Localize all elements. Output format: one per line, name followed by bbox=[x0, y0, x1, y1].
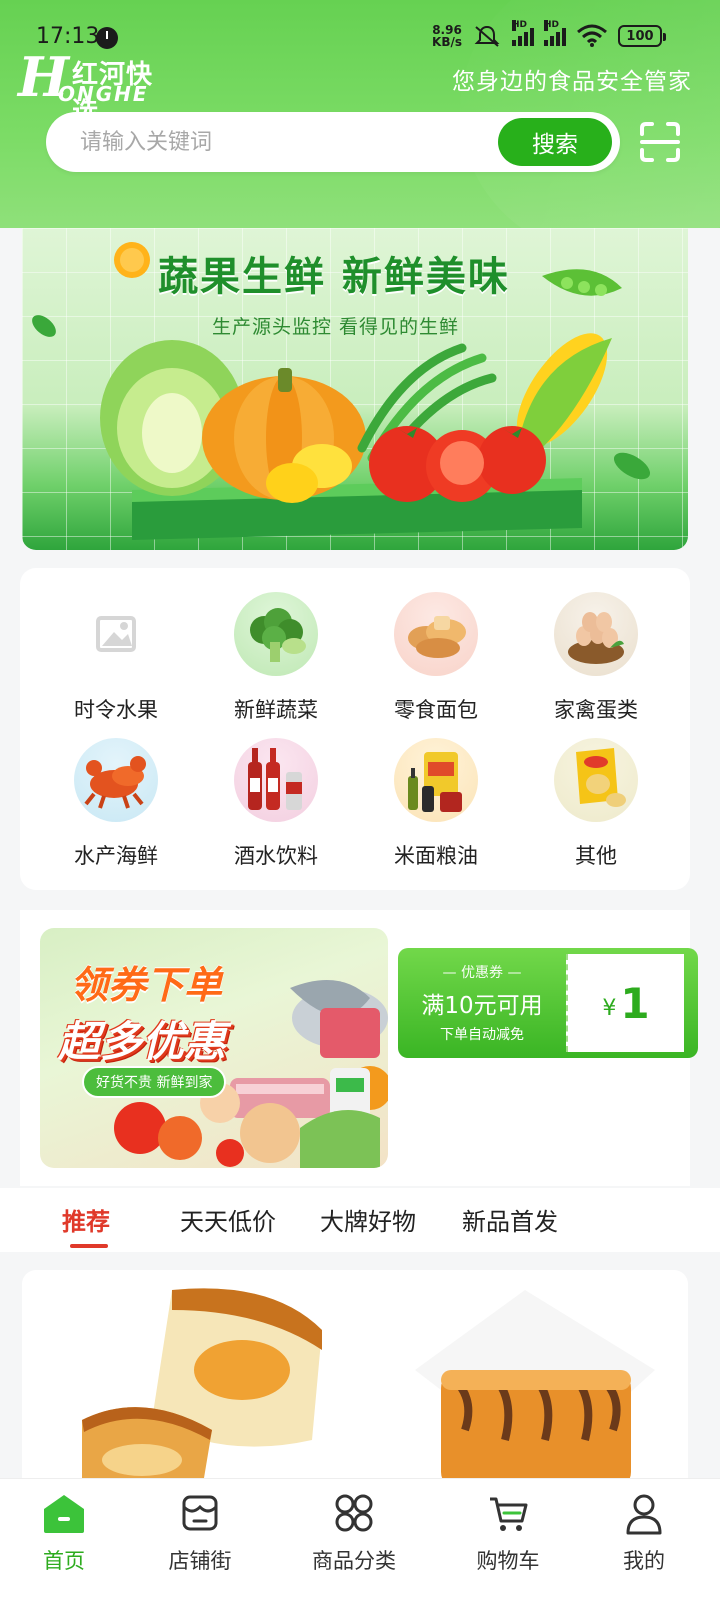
coupon-condition: 满10元可用 bbox=[421, 993, 543, 1019]
nav-label: 我的 bbox=[623, 1549, 665, 1573]
network-speed-unit: KB/s bbox=[432, 35, 462, 49]
category-item-vegetables[interactable]: 新鲜蔬菜 bbox=[206, 592, 346, 722]
rice-oil-icon bbox=[394, 738, 478, 822]
eggs-icon bbox=[554, 592, 638, 676]
category-item-drinks[interactable]: 酒水饮料 bbox=[206, 738, 346, 868]
nav-label: 店铺街 bbox=[168, 1549, 232, 1573]
coupon-kicker: — 优惠券 — bbox=[442, 965, 522, 981]
hero-banner[interactable]: 蔬果生鲜 新鲜美味 生产源头监控 看得见的生鲜 bbox=[22, 228, 688, 550]
home-icon bbox=[44, 1495, 84, 1533]
product-card[interactable] bbox=[22, 1270, 355, 1500]
battery-icon: 100 bbox=[618, 25, 666, 47]
product-image bbox=[415, 1290, 655, 1490]
nav-label: 首页 bbox=[43, 1549, 85, 1573]
slogan: 您身边的食品安全管家 bbox=[452, 69, 692, 95]
promo-headline: 领券下单 bbox=[70, 963, 223, 1007]
crab-icon bbox=[74, 738, 158, 822]
category-item-seafood[interactable]: 水产海鲜 bbox=[46, 738, 186, 868]
cart-icon bbox=[490, 1497, 528, 1531]
banner-subtitle: 生产源头监控 看得见的生鲜 bbox=[212, 316, 460, 338]
network-speed: 8.96 KB/s bbox=[432, 24, 462, 48]
nav-profile[interactable]: 我的 bbox=[584, 1491, 704, 1575]
clock-icon bbox=[96, 27, 118, 49]
coupon-value: ¥ 1 bbox=[566, 954, 684, 1052]
tab-big-brands[interactable]: 大牌好物 bbox=[320, 1202, 416, 1237]
category-label: 零食面包 bbox=[394, 698, 478, 722]
category-label: 家禽蛋类 bbox=[554, 698, 638, 722]
promo-tag: 好货不贵 新鲜到家 bbox=[82, 1066, 227, 1098]
status-indicators: 8.96 KB/s HD HD 100 bbox=[432, 20, 666, 48]
promo-subheadline: 超多优惠 bbox=[58, 1017, 227, 1066]
tab-recommend[interactable]: 推荐 bbox=[62, 1202, 110, 1237]
nav-label: 购物车 bbox=[476, 1549, 540, 1573]
app-logo: H 红河快选 ONGHE bbox=[18, 50, 178, 127]
category-item-snacks[interactable]: 零食面包 bbox=[366, 592, 506, 722]
nav-categories[interactable]: 商品分类 bbox=[294, 1491, 414, 1575]
category-item-other[interactable]: 其他 bbox=[526, 738, 666, 868]
mute-bell-icon bbox=[474, 25, 500, 47]
scan-icon[interactable] bbox=[638, 120, 682, 164]
bottom-navigation: 首页 店铺街 商品分类 购物车 我的 bbox=[0, 1478, 720, 1600]
broccoli-icon bbox=[234, 592, 318, 676]
header: 17:13 8.96 KB/s HD HD 100 H 红河快 ONGHE 您身… bbox=[0, 0, 720, 228]
battery-level: 100 bbox=[626, 28, 654, 44]
coupon-info: — 优惠券 — 满10元可用 下单自动减免 bbox=[398, 948, 566, 1058]
category-label: 酒水饮料 bbox=[234, 844, 318, 868]
tab-new-arrivals[interactable]: 新品首发 bbox=[462, 1202, 558, 1237]
banner-title: 蔬果生鲜 新鲜美味 bbox=[158, 254, 510, 300]
search-input[interactable] bbox=[78, 112, 478, 172]
user-icon bbox=[626, 1494, 662, 1535]
category-item-poultry-eggs[interactable]: 家禽蛋类 bbox=[526, 592, 666, 722]
category-label: 新鲜蔬菜 bbox=[234, 698, 318, 722]
signal-icon: HD bbox=[512, 20, 534, 46]
product-card[interactable] bbox=[355, 1270, 688, 1500]
category-label: 其他 bbox=[575, 844, 617, 868]
category-label: 水产海鲜 bbox=[74, 844, 158, 868]
active-tab-indicator bbox=[70, 1244, 108, 1248]
product-tabs: 推荐 天天低价 大牌好物 新品首发 bbox=[0, 1188, 720, 1252]
category-label: 时令水果 bbox=[74, 698, 158, 722]
category-label: 米面粮油 bbox=[394, 844, 478, 868]
chips-icon bbox=[554, 738, 638, 822]
category-icon bbox=[335, 1494, 373, 1532]
nav-cart[interactable]: 购物车 bbox=[448, 1491, 568, 1575]
signal-icon: HD bbox=[544, 20, 566, 46]
coupon-card[interactable]: — 优惠券 — 满10元可用 下单自动减免 ¥ 1 bbox=[398, 948, 698, 1058]
store-icon bbox=[182, 1495, 218, 1531]
coupon-note: 下单自动减免 bbox=[440, 1027, 524, 1043]
beer-bottles-icon bbox=[234, 738, 318, 822]
coupon-currency: ¥ bbox=[602, 995, 617, 1021]
category-item-fruits[interactable]: 时令水果 bbox=[46, 592, 186, 722]
promo-section: 领券下单 超多优惠 好货不贵 新鲜到家 — 优惠券 — 满10元可用 下单自动减… bbox=[20, 910, 698, 1186]
logo-english: ONGHE bbox=[58, 82, 149, 106]
nav-label: 商品分类 bbox=[312, 1549, 396, 1573]
product-image bbox=[82, 1288, 322, 1490]
tab-daily-deals[interactable]: 天天低价 bbox=[180, 1202, 276, 1237]
image-placeholder-icon bbox=[74, 592, 158, 676]
nav-stores[interactable]: 店铺街 bbox=[140, 1491, 260, 1575]
nav-home[interactable]: 首页 bbox=[4, 1491, 124, 1575]
wifi-icon bbox=[577, 24, 607, 47]
category-grid: 时令水果 新鲜蔬菜 零食面包 家禽蛋类 水产海鲜 酒水饮料 米面粮油 其他 bbox=[20, 568, 690, 890]
category-item-grain-oil[interactable]: 米面粮油 bbox=[366, 738, 506, 868]
coupon-promo-banner[interactable]: 领券下单 超多优惠 好货不贵 新鲜到家 bbox=[40, 928, 388, 1168]
bread-icon bbox=[394, 592, 478, 676]
coupon-amount: 1 bbox=[620, 978, 650, 1028]
search-bar: 搜索 bbox=[46, 112, 620, 172]
product-list bbox=[22, 1270, 688, 1500]
search-button[interactable]: 搜索 bbox=[498, 118, 612, 166]
